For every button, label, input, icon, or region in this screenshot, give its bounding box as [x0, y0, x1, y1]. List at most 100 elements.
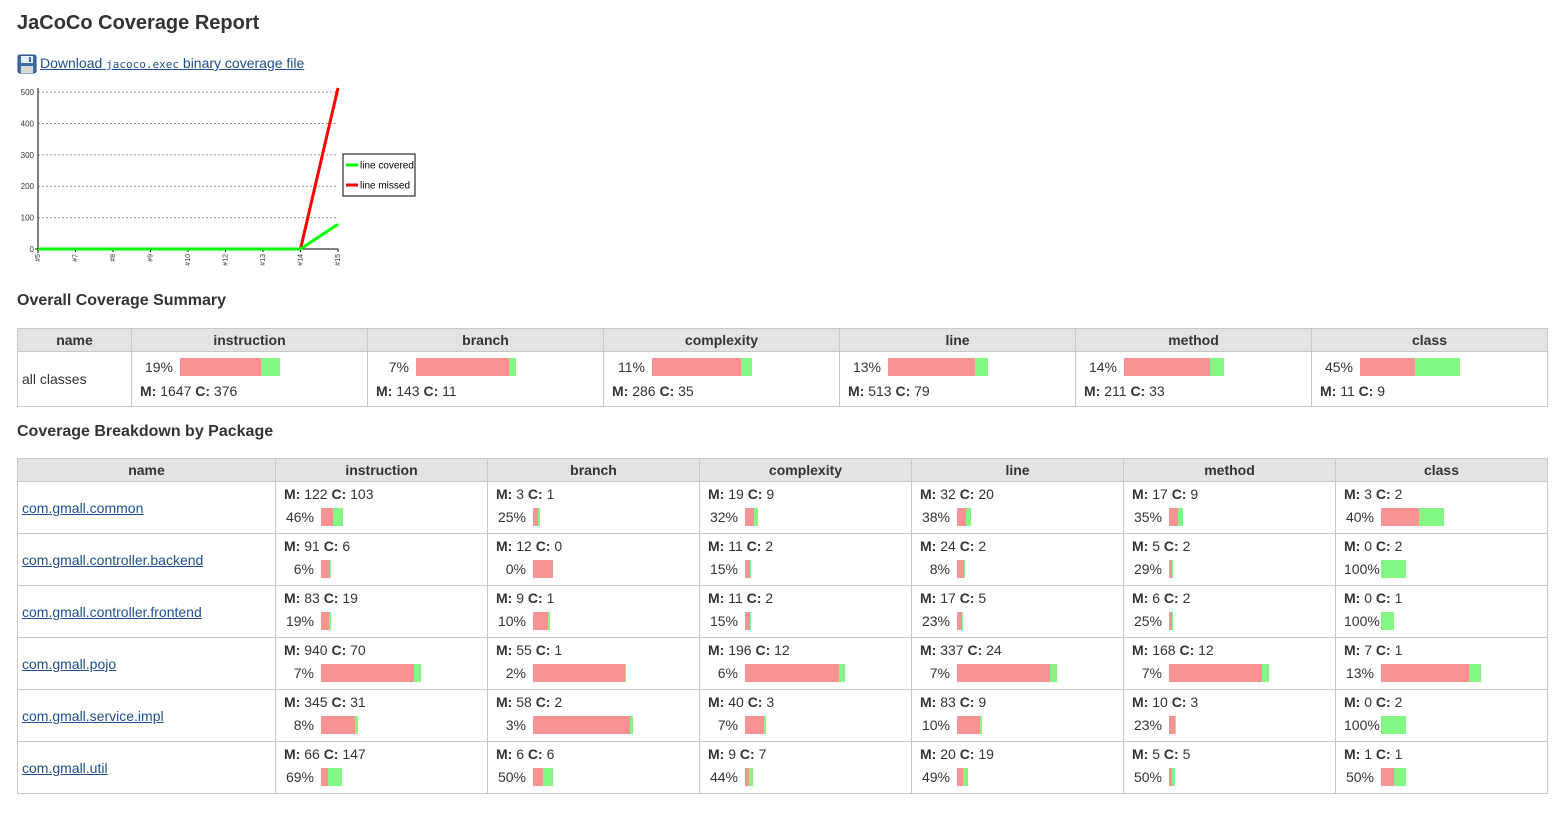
package-cell-line: M: 24 C: 2 8% [911, 533, 1124, 586]
missed-covered-counts: M: 24 C: 2 [920, 538, 986, 554]
missed-label: M: [376, 383, 393, 399]
package-name-cell: com.gmall.controller.frontend [17, 585, 276, 638]
package-count-row: M: 337 C: 24 [920, 642, 1002, 658]
package-bar-row: 7% [284, 664, 421, 682]
coverage-bar [321, 560, 331, 578]
covered-bar [629, 716, 633, 734]
coverage-percent: 10% [497, 613, 526, 629]
missed-label: M: [920, 538, 937, 554]
covered-bar [749, 768, 753, 786]
covered-count: 6 [542, 746, 555, 762]
package-count-row: M: 40 C: 3 [708, 694, 774, 710]
covered-count: 9 [974, 694, 987, 710]
breakdown-header-row: name instruction branch complexity line metho… [17, 458, 1548, 482]
missed-covered-counts: M: 122 C: 103 [284, 486, 374, 502]
package-bar-row: 2% [496, 664, 627, 682]
missed-count: 11 [1336, 383, 1359, 399]
package-row: com.gmall.common M: 122 C: 103 46% M: 3 C: … [17, 481, 1548, 534]
covered-count: 2 [761, 538, 774, 554]
summary-cell-method: 14% M: 211 C: 33 [1075, 351, 1312, 407]
package-cell-content: M: 0 C: 1 100% [1336, 586, 1547, 637]
missed-covered-counts: M: 12 C: 0 [496, 538, 562, 554]
covered-count: 7 [754, 746, 767, 762]
covered-label: C: [959, 694, 975, 710]
coverage-bar [1381, 716, 1406, 734]
package-bar-row: 6% [708, 664, 845, 682]
covered-count: 33 [1145, 383, 1165, 399]
missed-bar [180, 358, 262, 376]
package-cell-content: M: 17 C: 9 35% [1124, 482, 1335, 533]
package-bar-row: 15% [708, 560, 752, 578]
missed-covered-counts: M: 11 C: 2 [708, 590, 773, 606]
summary-count-row: M: 11 C: 9 [1320, 383, 1385, 399]
covered-bar [741, 358, 752, 376]
missed-label: M: [708, 486, 725, 502]
missed-label: M: [1132, 590, 1149, 606]
covered-bar [1468, 664, 1481, 682]
covered-label: C: [1358, 383, 1374, 399]
package-cell-content: M: 20 C: 19 49% [912, 742, 1123, 793]
coverage-bar [957, 560, 965, 578]
package-bar-row: 13% [1344, 664, 1481, 682]
covered-bar [1171, 768, 1175, 786]
coverage-bar [652, 358, 752, 376]
coverage-bar [533, 664, 627, 682]
package-link[interactable]: com.gmall.controller.frontend [22, 604, 202, 620]
package-link[interactable]: com.gmall.pojo [22, 656, 116, 672]
missed-count: 66 [300, 746, 324, 762]
summary-cell-content: 45% M: 11 C: 9 [1312, 352, 1547, 406]
coverage-percent: 38% [921, 509, 950, 525]
package-link[interactable]: com.gmall.common [22, 500, 143, 516]
coverage-percent: 14% [1088, 359, 1117, 375]
column-header-method: method [1075, 328, 1312, 352]
coverage-percent: 7% [929, 665, 950, 681]
coverage-bar [745, 612, 752, 630]
package-count-row: M: 0 C: 2 [1344, 538, 1402, 554]
covered-bar [355, 716, 359, 734]
package-count-row: M: 0 C: 1 [1344, 590, 1402, 606]
package-count-row: M: 55 C: 1 [496, 642, 562, 658]
missed-covered-counts: M: 1647 C: 376 [140, 383, 237, 399]
package-bar-row: 44% [708, 768, 753, 786]
package-cell-content: M: 337 C: 24 7% [912, 638, 1123, 689]
download-exec-link[interactable]: Download jacoco.exec binary coverage fil… [40, 55, 304, 71]
covered-bar [414, 664, 421, 682]
missed-bar [745, 716, 765, 734]
package-cell-line: M: 337 C: 24 7% [911, 637, 1124, 690]
missed-label: M: [708, 642, 725, 658]
missed-label: M: [284, 694, 301, 710]
package-cell-content: M: 24 C: 2 8% [912, 534, 1123, 585]
package-count-row: M: 17 C: 9 [1132, 486, 1198, 502]
summary-count-row: M: 211 C: 33 [1084, 383, 1165, 399]
package-link[interactable]: com.gmall.util [22, 760, 108, 776]
summary-header-row: name instruction branch complexity line metho… [17, 328, 1548, 352]
missed-label: M: [284, 538, 301, 554]
missed-label: M: [1132, 746, 1149, 762]
package-link[interactable]: com.gmall.controller.backend [22, 552, 203, 568]
coverage-percent: 7% [388, 359, 409, 375]
covered-bar [764, 716, 766, 734]
page-title: JaCoCo Coverage Report [17, 12, 260, 34]
missed-covered-counts: M: 1 C: 1 [1344, 746, 1402, 762]
package-link[interactable]: com.gmall.service.impl [22, 708, 164, 724]
coverage-percent: 13% [852, 359, 881, 375]
coverage-percent: 23% [921, 613, 950, 629]
missed-label: M: [1320, 383, 1337, 399]
missed-bar [1381, 664, 1469, 682]
missed-count: 5 [1148, 538, 1164, 554]
coverage-percent: 50% [1345, 769, 1374, 785]
package-cell-content: M: 7 C: 1 13% [1336, 638, 1547, 689]
package-cell-content: M: 940 C: 70 7% [276, 638, 487, 689]
missed-covered-counts: M: 0 C: 1 [1344, 590, 1402, 606]
summary-heading: Overall Coverage Summary [17, 292, 226, 309]
coverage-bar [745, 560, 752, 578]
floppy-disk-icon[interactable] [17, 54, 37, 74]
covered-label: C: [959, 746, 975, 762]
missed-count: 940 [300, 642, 332, 658]
package-cell-branch: M: 6 C: 6 50% [487, 741, 700, 794]
covered-count: 12 [1194, 642, 1214, 658]
covered-count: 11 [438, 383, 457, 399]
summary-cell-content: 7% M: 143 C: 11 [368, 352, 603, 406]
package-bar-row: 100% [1344, 612, 1394, 630]
coverage-bar [321, 768, 343, 786]
